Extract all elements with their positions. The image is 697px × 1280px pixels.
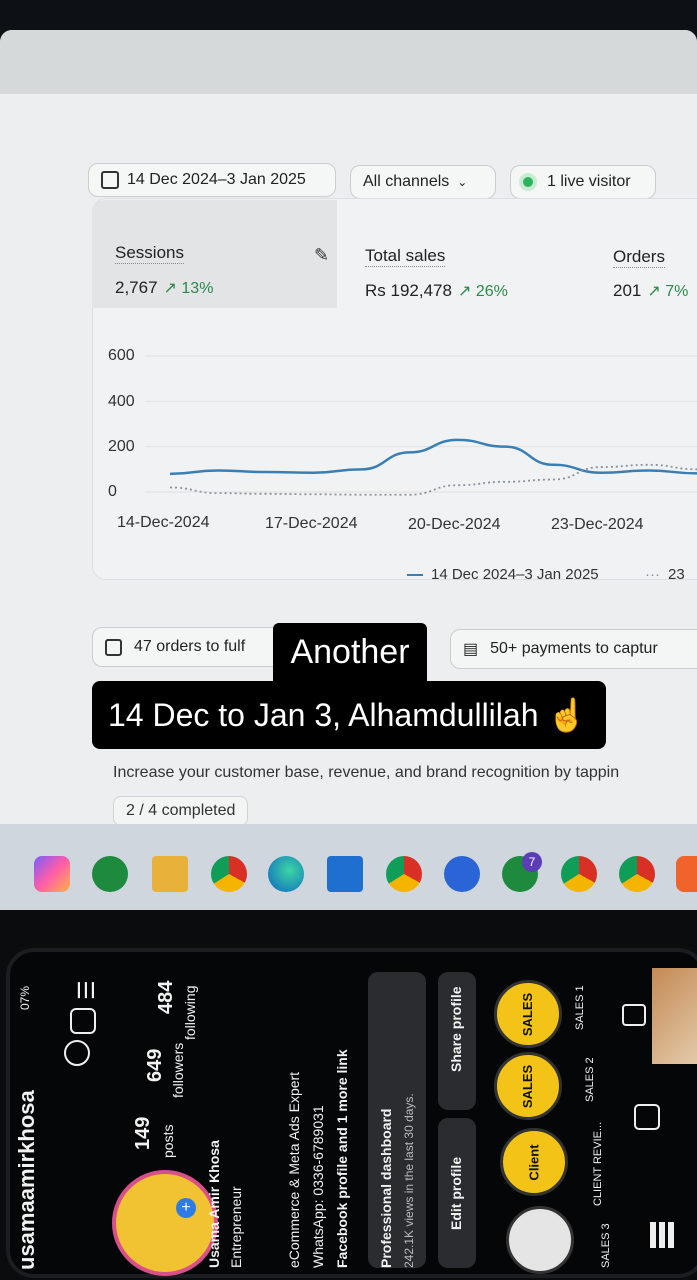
highlight-sales-1[interactable]: SALES <box>494 980 562 1048</box>
phone-status: 07% <box>18 985 32 1010</box>
bio-line-1: Entrepreneur <box>228 1186 244 1268</box>
file-explorer-icon[interactable] <box>152 856 188 892</box>
highlight-badge-1: SALES <box>520 992 536 1036</box>
add-story-icon[interactable]: + <box>176 1198 196 1218</box>
tab-reels-icon[interactable] <box>634 1104 660 1130</box>
payments-label: 50+ payments to captur <box>490 640 658 657</box>
posts-label: posts <box>160 1124 176 1158</box>
highlight-label-3: CLIENT REVIE... <box>592 1121 604 1206</box>
profile-username: usamaamirkhosa <box>14 1090 39 1270</box>
bio-line-2: eCommerce & Meta Ads Expert <box>286 1071 302 1268</box>
inbox-icon <box>105 638 122 656</box>
whatsapp-unread-badge: 7 <box>522 852 542 872</box>
highlight-badge-2: SALES <box>520 1064 536 1108</box>
profile-avatar[interactable] <box>112 1170 218 1276</box>
highlight-label-2: SALES 2 <box>584 1057 596 1102</box>
tab-tagged-icon[interactable] <box>622 1004 646 1026</box>
legend-previous-label: 23 <box>668 566 685 583</box>
x-tick-1: 17-Dec-2024 <box>265 515 358 532</box>
following-count: 484 <box>155 980 177 1014</box>
orders-to-fulfill-label: 47 orders to fulf <box>134 638 246 655</box>
posts-count: 149 <box>132 1116 154 1150</box>
highlight-badge-3: Client <box>526 1143 542 1181</box>
setup-progress: 2 / 4 completed <box>113 796 249 826</box>
menu-icon[interactable]: ☰ <box>74 980 100 1000</box>
chrome-profile-icon[interactable] <box>561 856 597 892</box>
legend-current-label: 14 Dec 2024–3 Jan 2025 <box>431 566 599 583</box>
following-label: following <box>182 985 198 1040</box>
bio-link[interactable]: Facebook profile and 1 more link <box>334 1049 350 1268</box>
series-line-0 <box>169 438 697 476</box>
setup-text: Increase your customer base, revenue, an… <box>113 764 620 781</box>
store-icon[interactable] <box>327 856 363 892</box>
edge-icon[interactable] <box>268 856 304 892</box>
highlight-label-1: SALES 1 <box>574 985 586 1030</box>
legend-current: 14 Dec 2024–3 Jan 2025 <box>407 566 599 583</box>
threads-icon[interactable] <box>64 1040 90 1066</box>
followers-label: followers <box>170 1042 186 1098</box>
bio-line-3: WhatsApp: 0336-6789031 <box>310 1105 326 1268</box>
edit-profile-label: Edit profile <box>448 1156 464 1230</box>
post-thumbnail[interactable] <box>652 968 697 1064</box>
highlight-label-4: SALES 3 <box>600 1223 612 1268</box>
caption-line-2: 14 Dec to Jan 3, Alhamdullilah ☝ <box>92 681 606 749</box>
highlight-client-reviews[interactable]: Client <box>500 1128 568 1196</box>
chrome-blue-icon[interactable] <box>444 856 480 892</box>
phone <box>6 948 697 1278</box>
legend-previous: ··· 23 <box>645 566 685 583</box>
professional-dashboard-panel[interactable] <box>368 972 426 1268</box>
highlight-sales-3[interactable] <box>506 1206 574 1274</box>
chrome-icon[interactable] <box>211 856 247 892</box>
add-post-icon[interactable] <box>70 1008 96 1034</box>
share-profile-label: Share profile <box>448 986 464 1072</box>
x-tick-2: 20-Dec-2024 <box>408 516 501 533</box>
app-orange-icon[interactable] <box>676 856 697 892</box>
payment-icon: ▤ <box>463 641 479 658</box>
dashboard-title: Professional dashboard <box>378 1108 394 1268</box>
followers-count: 649 <box>144 1048 166 1082</box>
tab-grid-icon[interactable] <box>650 1222 676 1248</box>
x-tick-0: 14-Dec-2024 <box>117 514 210 531</box>
payments-button[interactable]: ▤ 50+ payments to captur <box>450 629 697 669</box>
x-tick-3: 23-Dec-2024 <box>551 516 644 533</box>
whatsapp-icon[interactable] <box>92 856 128 892</box>
legend-dotted-swatch: ··· <box>645 566 660 583</box>
caption-line-1: Another <box>273 623 427 681</box>
chrome-profile-2-icon[interactable] <box>619 856 655 892</box>
series-line-1 <box>169 463 697 496</box>
orders-to-fulfill-button[interactable]: 47 orders to fulf <box>92 627 282 667</box>
copilot-icon[interactable] <box>34 856 70 892</box>
chrome-red-icon[interactable] <box>386 856 422 892</box>
legend-solid-swatch <box>407 574 423 577</box>
dashboard-subtitle: 242.1K views in the last 30 days. <box>402 1093 416 1268</box>
bio-name: Usama Amir Khosa <box>206 1140 222 1268</box>
highlight-sales-2[interactable]: SALES <box>494 1052 562 1120</box>
